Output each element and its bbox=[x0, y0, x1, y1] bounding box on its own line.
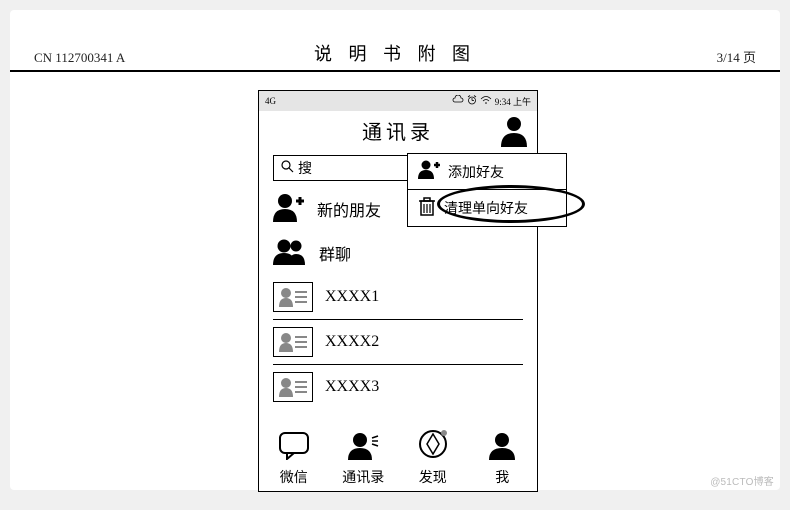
search-input[interactable]: 搜 bbox=[273, 155, 413, 181]
document-title: 说 明 书 附 图 bbox=[10, 40, 780, 66]
tab-contacts[interactable]: 通讯录 bbox=[329, 427, 399, 491]
me-icon bbox=[487, 430, 517, 465]
menu-add-friend-label: 添加好友 bbox=[448, 162, 504, 182]
search-placeholder: 搜 bbox=[298, 158, 312, 178]
menu-clean-friends-label: 清理单向好友 bbox=[444, 198, 528, 218]
document-header: CN 112700341 A 说 明 书 附 图 3/14 页 bbox=[10, 38, 780, 72]
phone-mockup: 4G 9:34 上午 通讯录 bbox=[258, 90, 538, 492]
new-friend-icon bbox=[273, 192, 305, 227]
tab-contacts-label: 通讯录 bbox=[342, 467, 384, 487]
discover-icon bbox=[417, 428, 449, 465]
status-bar: 4G 9:34 上午 bbox=[259, 91, 537, 111]
signal-label: 4G bbox=[265, 96, 276, 106]
document-page: CN 112700341 A 说 明 书 附 图 3/14 页 4G 9:34 … bbox=[10, 10, 780, 490]
row-contact-1[interactable]: XXXX1 bbox=[259, 275, 537, 319]
row-group-chat[interactable]: 群聊 bbox=[259, 231, 537, 275]
tab-me[interactable]: 我 bbox=[468, 427, 538, 491]
tab-me-label: 我 bbox=[495, 467, 509, 487]
app-title: 通讯录 bbox=[362, 116, 434, 145]
bottom-nav: 微信 通讯录 发现 我 bbox=[259, 427, 537, 491]
contacts-icon bbox=[346, 430, 380, 465]
trash-icon bbox=[418, 196, 436, 221]
contact-2-label: XXXX2 bbox=[325, 333, 379, 351]
group-chat-icon bbox=[273, 237, 307, 270]
status-time: 9:34 上午 bbox=[495, 95, 531, 108]
tab-discover-label: 发现 bbox=[419, 467, 447, 487]
tab-wechat-label: 微信 bbox=[280, 467, 308, 487]
profile-icon[interactable] bbox=[497, 113, 531, 152]
alarm-icon bbox=[467, 95, 477, 107]
row-contact-2[interactable]: XXXX2 bbox=[259, 320, 537, 364]
menu-add-friend[interactable]: 添加好友 bbox=[408, 154, 566, 190]
search-icon bbox=[280, 159, 294, 178]
row-contact-3[interactable]: XXXX3 bbox=[259, 365, 537, 409]
cloud-icon bbox=[452, 95, 464, 107]
contact-3-label: XXXX3 bbox=[325, 378, 379, 396]
contact-card-icon bbox=[273, 282, 313, 312]
chat-icon bbox=[277, 430, 311, 465]
new-friends-label: 新的朋友 bbox=[317, 197, 381, 221]
add-friend-icon bbox=[418, 159, 440, 184]
menu-clean-friends[interactable]: 清理单向好友 bbox=[408, 190, 566, 226]
group-chat-label: 群聊 bbox=[319, 241, 351, 265]
contact-card-icon bbox=[273, 372, 313, 402]
contact-card-icon bbox=[273, 327, 313, 357]
tab-discover[interactable]: 发现 bbox=[398, 427, 468, 491]
tab-wechat[interactable]: 微信 bbox=[259, 427, 329, 491]
contact-1-label: XXXX1 bbox=[325, 288, 379, 306]
context-menu: 添加好友 清理单向好友 bbox=[407, 153, 567, 227]
wifi-icon bbox=[480, 95, 492, 107]
watermark: @51CTO博客 bbox=[710, 473, 774, 488]
app-header: 通讯录 bbox=[259, 111, 537, 149]
